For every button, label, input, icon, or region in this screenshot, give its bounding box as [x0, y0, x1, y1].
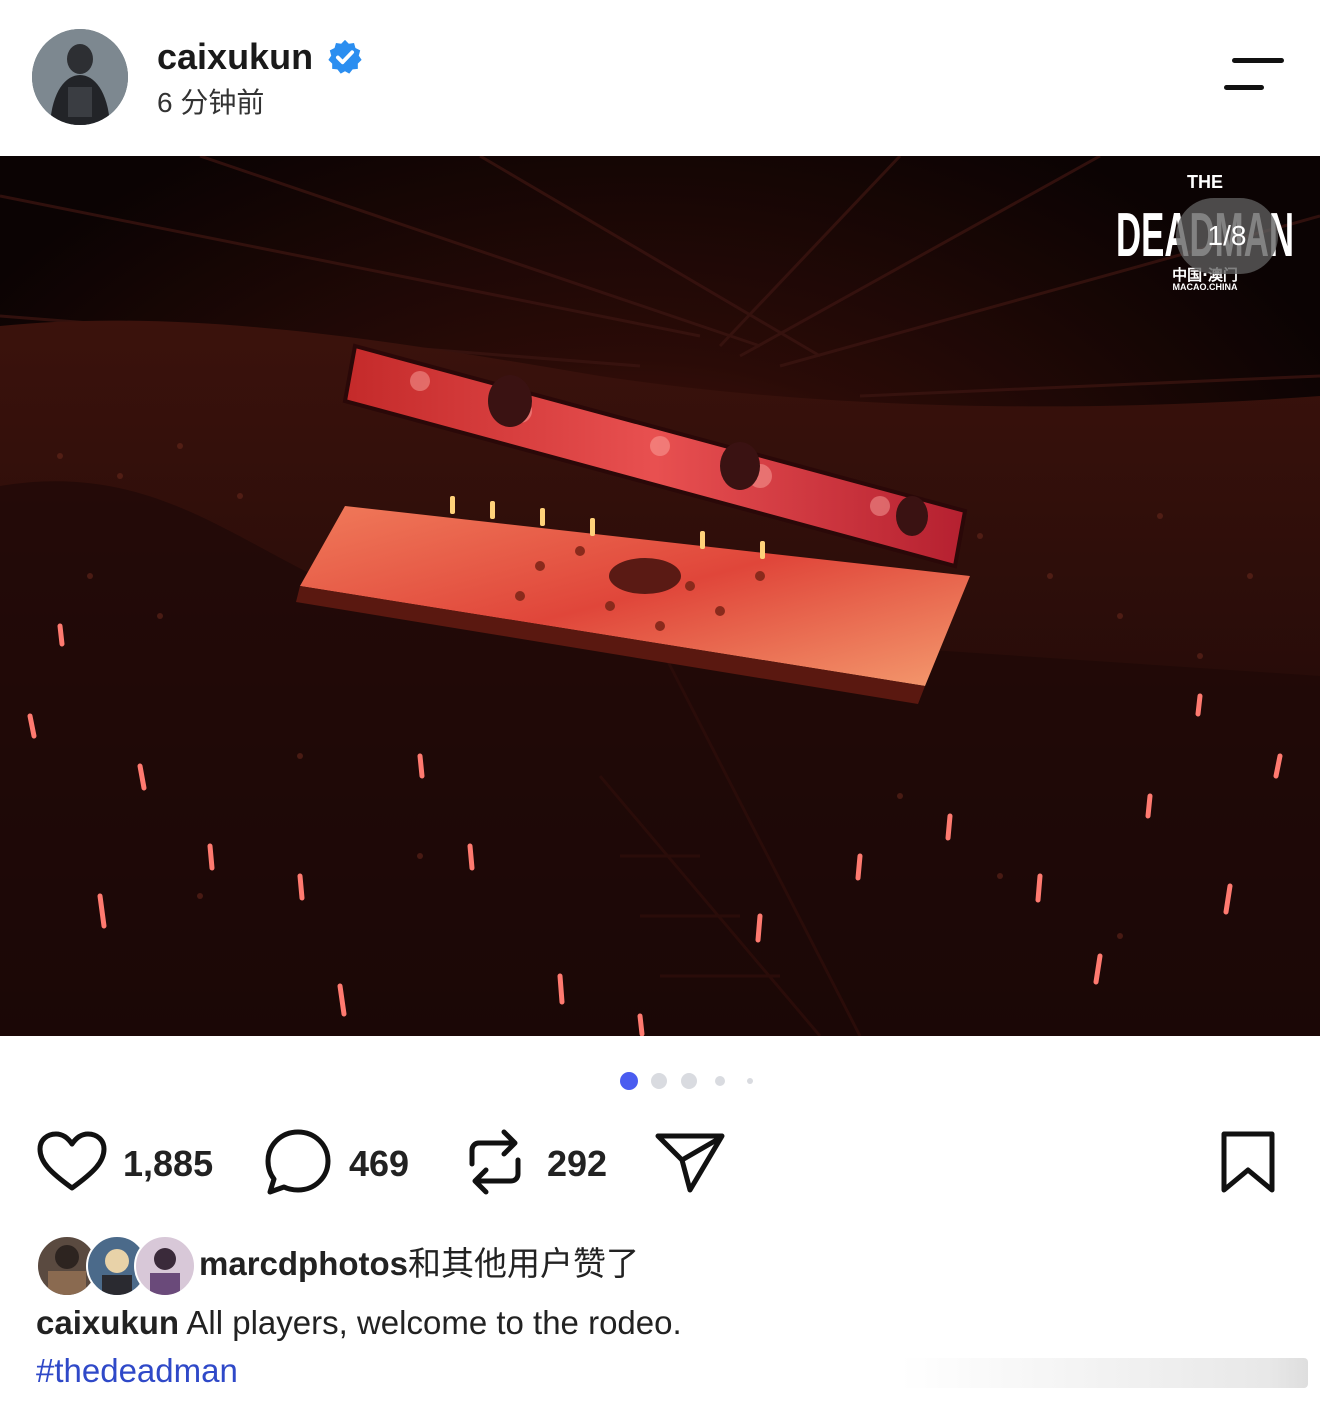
liked-by-suffix: 和其他用户赞了 — [408, 1245, 640, 1282]
comments-count: 469 — [349, 1143, 410, 1184]
caption-hashtag[interactable]: #thedeadman — [36, 1350, 238, 1392]
bookmark-icon[interactable] — [1218, 1130, 1278, 1194]
logo-line4: MACAO.CHINA — [1173, 282, 1238, 292]
pagination-dot[interactable] — [651, 1073, 667, 1089]
repost-icon[interactable] — [464, 1126, 526, 1198]
post-timestamp: 6 分钟前 — [157, 87, 265, 118]
avatar-portrait — [32, 29, 128, 125]
logo-line1: THE — [1187, 172, 1223, 192]
post-username[interactable]: caixukun — [157, 36, 313, 78]
image-counter-badge: 1/8 — [1176, 198, 1278, 274]
liked-by-user[interactable]: marcdphotos — [199, 1245, 408, 1282]
pagination-dot[interactable] — [747, 1078, 753, 1084]
reposts-count: 292 — [547, 1143, 608, 1184]
action-bar: 1,885 469 292 — [0, 1124, 1320, 1204]
post-caption: caixukun All players, welcome to the rod… — [36, 1302, 682, 1344]
carousel-pagination — [0, 1066, 1320, 1096]
caption-text: All players, welcome to the rodeo. — [179, 1304, 682, 1341]
likes-count: 1,885 — [123, 1143, 214, 1184]
pagination-dot[interactable] — [715, 1076, 725, 1086]
heart-icon[interactable] — [36, 1130, 108, 1194]
concert-arena-image: THE DEADMAN 中国·澳门 MACAO.CHINA — [0, 156, 1320, 1036]
pagination-dot[interactable] — [681, 1073, 697, 1089]
liked-by-row[interactable]: marcdphotos和其他用户赞了 — [36, 1235, 1036, 1297]
profile-avatar[interactable] — [32, 29, 128, 125]
share-icon[interactable] — [654, 1130, 726, 1194]
comment-icon[interactable] — [264, 1128, 332, 1196]
caption-author[interactable]: caixukun — [36, 1304, 179, 1341]
liker-avatar — [134, 1235, 196, 1297]
pagination-dot[interactable] — [620, 1072, 638, 1090]
post-photo[interactable]: THE DEADMAN 中国·澳门 MACAO.CHINA — [0, 156, 1320, 1036]
menu-icon[interactable] — [1222, 56, 1284, 94]
liked-by-text: marcdphotos和其他用户赞了 — [199, 1243, 639, 1285]
scroll-shadow — [900, 1358, 1308, 1388]
post-header: caixukun 6 分钟前 — [0, 0, 1320, 156]
verified-badge-icon — [328, 39, 362, 74]
